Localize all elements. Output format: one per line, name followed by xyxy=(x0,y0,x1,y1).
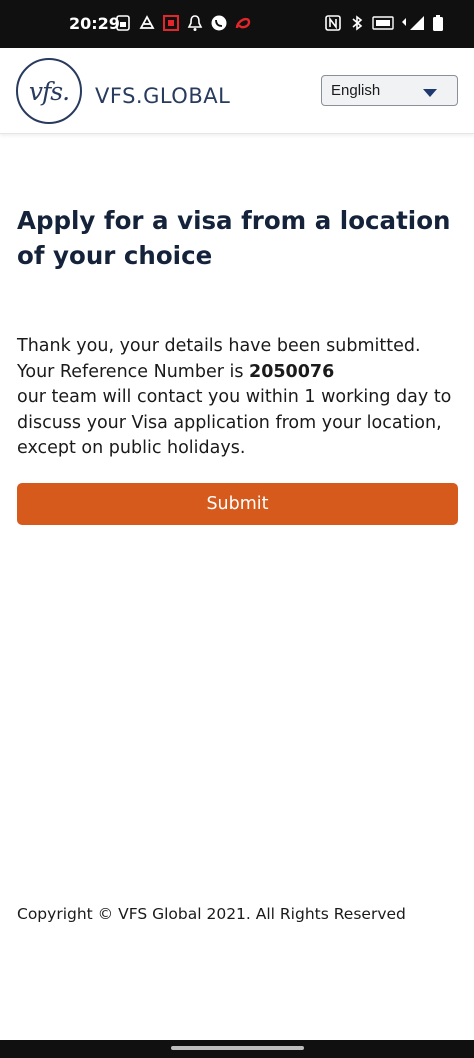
home-gesture-handle[interactable] xyxy=(171,1046,304,1050)
signal-4g-icon xyxy=(402,16,424,30)
bluetooth-icon xyxy=(352,15,363,31)
vfs-logo-icon[interactable]: vfs. xyxy=(16,58,82,124)
nfc-icon xyxy=(325,15,341,31)
payment-app-icon xyxy=(139,15,155,29)
status-bar: 20:29 xyxy=(0,0,474,48)
status-right-icons xyxy=(324,14,444,32)
language-select[interactable]: English xyxy=(321,75,458,106)
sim-card-icon xyxy=(116,15,130,31)
status-time: 20:29 xyxy=(69,14,120,33)
navigation-bar xyxy=(0,1040,474,1058)
submit-button[interactable]: Submit xyxy=(17,483,458,525)
confirmation-message: Thank you, your details have been submit… xyxy=(17,334,462,462)
logo-mark: vfs. xyxy=(28,76,70,106)
whatsapp-icon xyxy=(211,15,227,31)
page-title: Apply for a visa from a location of your… xyxy=(17,206,451,270)
bank-app-icon xyxy=(163,15,179,31)
logo-text: VFS.GLOBAL xyxy=(95,84,231,108)
reference-number: 2050076 xyxy=(249,361,335,382)
message-text-1: Thank you, your details have been submit… xyxy=(17,336,421,382)
language-selected-value: English xyxy=(331,82,381,99)
notification-bell-icon xyxy=(187,15,203,31)
message-text-2: our team will contact you within 1 worki… xyxy=(17,387,452,458)
volte-icon xyxy=(372,16,394,30)
status-left-icons xyxy=(114,14,252,32)
chevron-down-icon xyxy=(423,89,437,97)
battery-icon xyxy=(433,15,443,31)
airtel-icon xyxy=(235,17,251,29)
footer-copyright: Copyright © VFS Global 2021. All Rights … xyxy=(17,905,406,923)
